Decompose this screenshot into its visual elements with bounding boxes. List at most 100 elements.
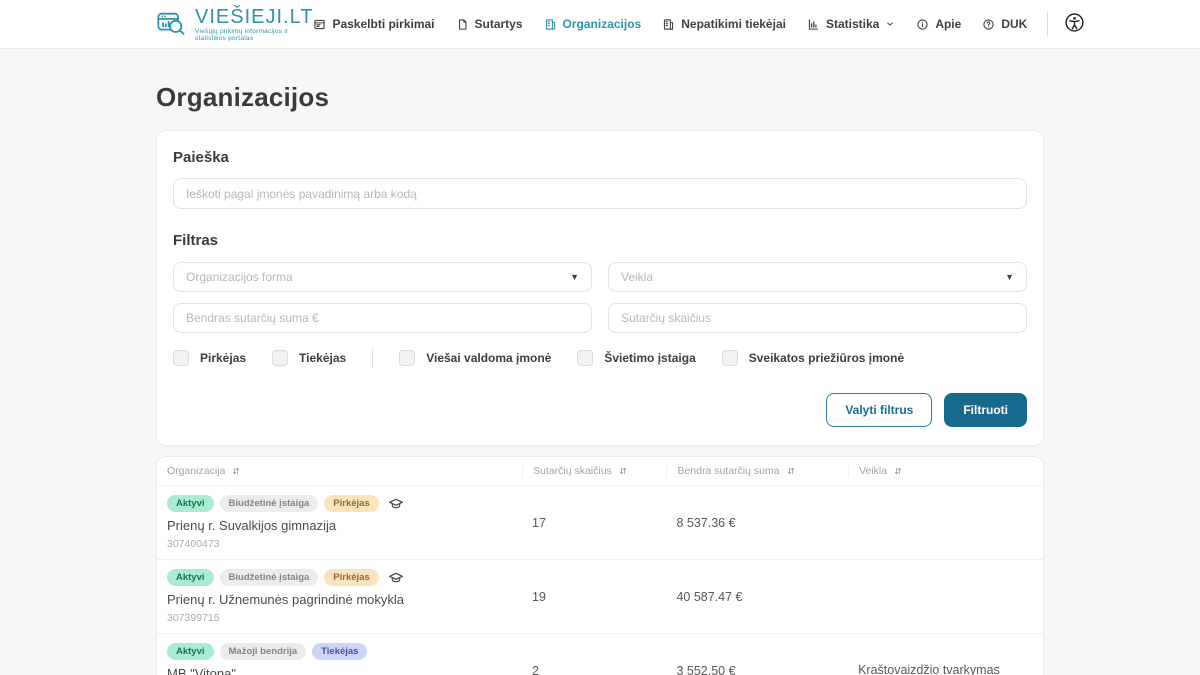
org-code: 307400473 bbox=[167, 538, 512, 550]
main-nav: Paskelbti pirkimai Sutartys Organizacijos N… bbox=[313, 12, 1085, 36]
nav-item-sutartys[interactable]: Sutartys bbox=[456, 17, 523, 31]
org-code: 307399715 bbox=[167, 612, 512, 624]
checkbox-sveikatos-priežiūros-įmonė[interactable]: Sveikatos priežiūros įmonė bbox=[722, 350, 904, 366]
column-label: Organizacija bbox=[167, 465, 225, 477]
contracts-count: 2 bbox=[522, 664, 666, 675]
org-name: Prienų r. Užnemunės pagrindinė mokykla bbox=[167, 592, 512, 607]
checkbox-box[interactable] bbox=[577, 350, 593, 366]
nav-item-duk[interactable]: DUK bbox=[982, 17, 1027, 31]
table-header: Organizacija Sutarčių skaičius Bendra suta… bbox=[157, 457, 1043, 485]
form-badge: Mažoji bendrija bbox=[220, 643, 307, 660]
contracts-sum: 8 537.36 € bbox=[666, 516, 848, 530]
status-badge: Aktyvi bbox=[167, 495, 214, 512]
nav-item-label: Organizacijos bbox=[563, 17, 642, 31]
brand-tagline: Viešųjų pirkimų informacijos ir statisti… bbox=[195, 28, 313, 42]
org-cell: AktyviBiudžetinė įstaigaPirkėjasPrienų r… bbox=[157, 569, 522, 624]
org-row[interactable]: AktyviBiudžetinė įstaigaPirkėjasPrienų r… bbox=[157, 485, 1043, 559]
chart-icon bbox=[807, 18, 820, 31]
contracts-count: 17 bbox=[522, 516, 666, 530]
info-icon bbox=[916, 18, 929, 31]
column-label: Bendra sutarčių suma bbox=[677, 465, 779, 477]
graduation-cap-icon bbox=[388, 496, 404, 512]
checkbox-label: Pirkėjas bbox=[200, 351, 246, 365]
page-content: Organizacijos Paieška Filtras Organizaci… bbox=[156, 82, 1044, 675]
accessibility-icon bbox=[1064, 12, 1085, 36]
column-label: Veikla bbox=[859, 465, 887, 477]
column-header-sutarčių-skaičius[interactable]: Sutarčių skaičius bbox=[522, 465, 666, 477]
clear-filters-button[interactable]: Valyti filtrus bbox=[826, 393, 932, 427]
building-icon bbox=[544, 18, 557, 31]
building-icon bbox=[662, 18, 675, 31]
org-activity: Kraštovaizdžio tvarkymas bbox=[848, 662, 1043, 675]
select-placeholder: Veikla bbox=[621, 270, 653, 284]
sort-arrows-icon bbox=[231, 466, 241, 476]
checkbox-box[interactable] bbox=[272, 350, 288, 366]
search-window-icon bbox=[156, 9, 186, 39]
nav-item-statistika[interactable]: Statistika bbox=[807, 17, 895, 31]
filter-input-sutarčių-skaičius[interactable] bbox=[608, 303, 1027, 333]
nav-item-paskelbti-pirkimai[interactable]: Paskelbti pirkimai bbox=[313, 17, 434, 31]
nav-item-label: Sutartys bbox=[475, 17, 523, 31]
contracts-sum: 3 552.50 € bbox=[666, 664, 848, 675]
apply-filters-button[interactable]: Filtruoti bbox=[944, 393, 1027, 427]
nav-item-nepatikimi-tiekėjai[interactable]: Nepatikimi tiekėjai bbox=[662, 17, 786, 31]
badge-group: AktyviMažoji bendrijaTiekėjas bbox=[167, 643, 512, 660]
nav-item-label: Nepatikimi tiekėjai bbox=[681, 17, 786, 31]
sort-arrows-icon bbox=[893, 466, 903, 476]
newspaper-icon bbox=[313, 18, 326, 31]
nav-item-label: Paskelbti pirkimai bbox=[332, 17, 434, 31]
checkbox-tiekėjas[interactable]: Tiekėjas bbox=[272, 350, 346, 366]
badge-group: AktyviBiudžetinė įstaigaPirkėjas bbox=[167, 569, 512, 586]
question-icon bbox=[982, 18, 995, 31]
checkbox-pirkėjas[interactable]: Pirkėjas bbox=[173, 350, 246, 366]
nav-item-organizacijos[interactable]: Organizacijos bbox=[544, 17, 642, 31]
checkbox-label: Švietimo įstaiga bbox=[604, 351, 695, 365]
logo-link[interactable]: VIEŠIEJI.LT Viešųjų pirkimų informacijos… bbox=[156, 7, 313, 42]
column-header-organizacija[interactable]: Organizacija bbox=[157, 465, 522, 477]
nav-list: Paskelbti pirkimai Sutartys Organizacijos N… bbox=[313, 17, 1027, 31]
accessibility-button[interactable] bbox=[1064, 12, 1085, 36]
checkbox-viešai-valdoma-įmonė[interactable]: Viešai valdoma įmonė bbox=[399, 350, 551, 366]
organizations-table: Organizacija Sutarčių skaičius Bendra suta… bbox=[156, 456, 1044, 675]
checkbox-box[interactable] bbox=[399, 350, 415, 366]
chevron-down-icon: ▼ bbox=[570, 272, 579, 282]
org-row[interactable]: AktyviMažoji bendrijaTiekėjasMB "Vitona"… bbox=[157, 633, 1043, 675]
table-body: Aktyvi Biudžetinė įstaiga Pirkėjas Prienų r… bbox=[157, 485, 1043, 675]
filter-heading: Filtras bbox=[173, 232, 1027, 249]
column-header-veikla[interactable]: Veikla bbox=[848, 465, 1043, 477]
top-navbar: VIEŠIEJI.LT Viešųjų pirkimų informacijos… bbox=[0, 0, 1200, 49]
page-title: Organizacijos bbox=[156, 82, 1044, 113]
org-name: Prienų r. Suvalkijos gimnazija bbox=[167, 518, 512, 533]
org-cell: AktyviBiudžetinė įstaigaPirkėjasPrienų r… bbox=[157, 495, 522, 550]
filter-select-organizacijos-forma[interactable]: Organizacijos forma▼ bbox=[173, 262, 592, 292]
graduation-cap-icon bbox=[388, 570, 404, 586]
chevron-down-icon: ▼ bbox=[1005, 272, 1014, 282]
role-badge: Pirkėjas bbox=[324, 495, 378, 512]
checkbox-box[interactable] bbox=[722, 350, 738, 366]
role-badge: Tiekėjas bbox=[312, 643, 367, 660]
sort-arrows-icon bbox=[786, 466, 796, 476]
org-cell: AktyviMažoji bendrijaTiekėjasMB "Vitona"… bbox=[157, 643, 522, 675]
checkbox-divider bbox=[372, 348, 373, 368]
checkbox-box[interactable] bbox=[173, 350, 189, 366]
search-input[interactable] bbox=[173, 178, 1027, 209]
sort-arrows-icon bbox=[618, 466, 628, 476]
checkbox-švietimo-įstaiga[interactable]: Švietimo įstaiga bbox=[577, 350, 695, 366]
checkbox-row: Pirkėjas Tiekėjas Viešai valdoma įmonė Švie… bbox=[173, 348, 1027, 368]
search-heading: Paieška bbox=[173, 149, 1027, 166]
chevron-down-icon bbox=[885, 19, 895, 29]
filter-buttons: Valyti filtrus Filtruoti bbox=[173, 393, 1027, 431]
org-row[interactable]: AktyviBiudžetinė įstaigaPirkėjasPrienų r… bbox=[157, 559, 1043, 633]
role-badge: Pirkėjas bbox=[324, 569, 378, 586]
checkbox-label: Viešai valdoma įmonė bbox=[426, 351, 551, 365]
form-badge: Biudžetinė įstaiga bbox=[220, 569, 319, 586]
document-icon bbox=[456, 18, 469, 31]
filter-select-veikla[interactable]: Veikla ▼ bbox=[608, 262, 1027, 292]
column-label: Sutarčių skaičius bbox=[533, 465, 612, 477]
nav-item-apie[interactable]: Apie bbox=[916, 17, 961, 31]
filter-card: Paieška Filtras Organizacijos forma▼ Veik… bbox=[156, 130, 1044, 446]
filter-grid: Organizacijos forma▼ Veikla ▼ bbox=[173, 262, 1027, 333]
column-header-bendra-sutarčių-suma[interactable]: Bendra sutarčių suma bbox=[666, 465, 848, 477]
brand-name: VIEŠIEJI.LT bbox=[195, 7, 313, 28]
filter-input-bendras-sutarčių-suma[interactable] bbox=[173, 303, 592, 333]
